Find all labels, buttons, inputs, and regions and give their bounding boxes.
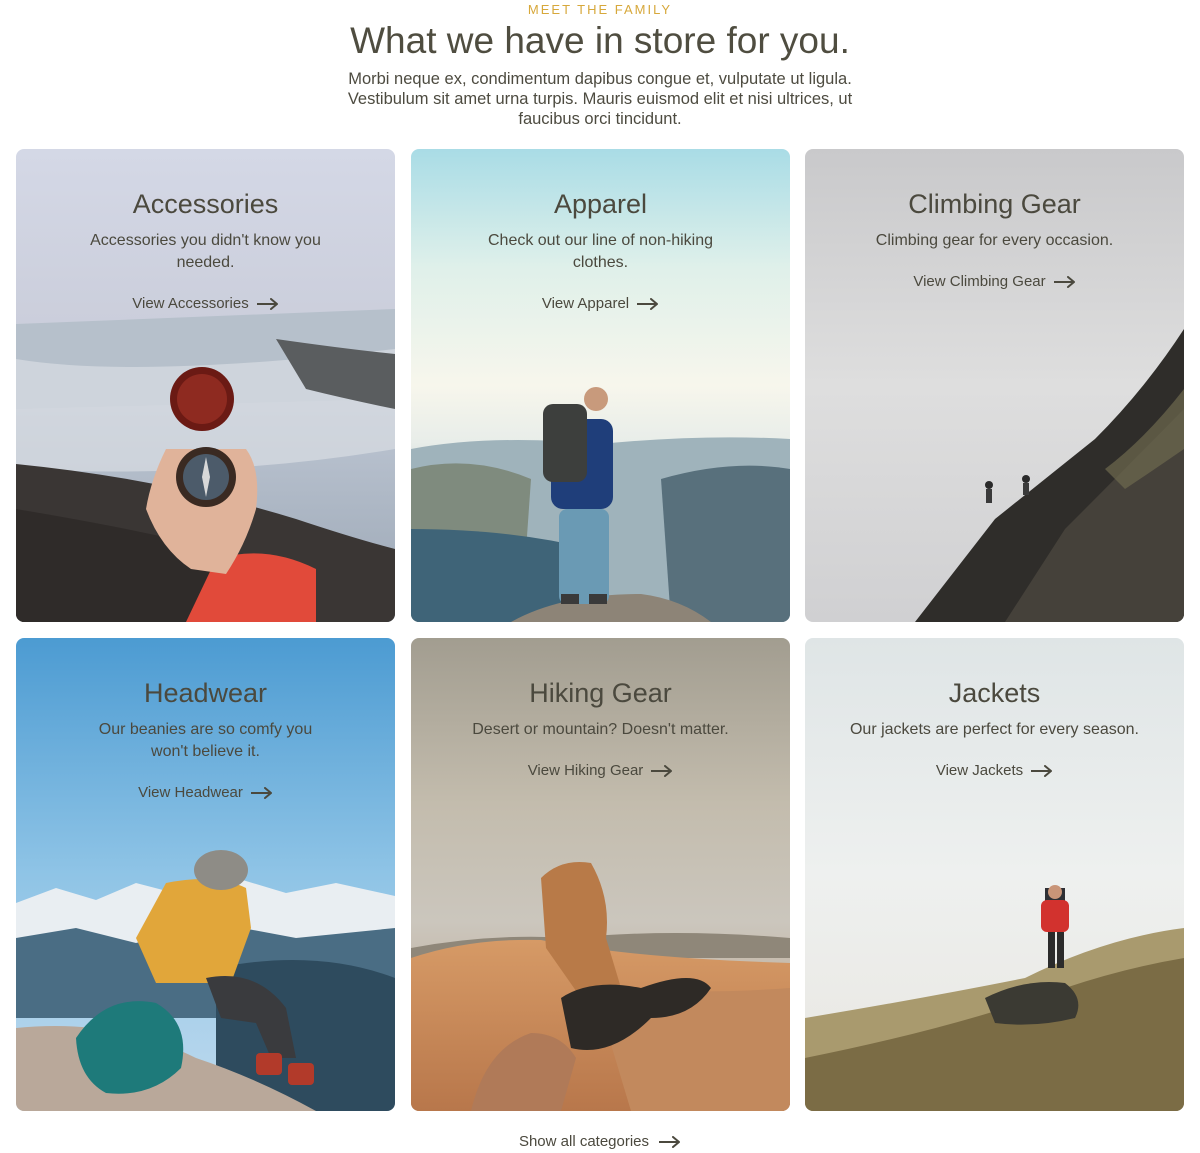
arrow-right-icon: [1053, 276, 1075, 288]
card-title: Hiking Gear: [529, 678, 672, 708]
card-description: Our beanies are so comfy you won't belie…: [98, 721, 313, 760]
card-title: Climbing Gear: [908, 189, 1081, 219]
card-link-label: View Hiking Gear: [527, 762, 644, 779]
category-card-apparel[interactable]: Apparel Check out our line of non-hiking…: [411, 149, 790, 622]
view-jackets-link[interactable]: View Jackets: [936, 761, 1053, 781]
card-description: Our jackets are perfect for every season…: [849, 721, 1139, 738]
category-card-climbing-gear[interactable]: Climbing Gear Climbing gear for every oc…: [805, 149, 1184, 622]
card-description: Climbing gear for every occasion.: [875, 232, 1114, 249]
arrow-right-icon: [250, 787, 272, 799]
section-eyebrow: MEET THE FAMILY: [527, 2, 673, 17]
card-title: Apparel: [553, 189, 648, 219]
view-climbing-gear-link[interactable]: View Climbing Gear: [913, 272, 1075, 292]
card-description: Desert or mountain? Doesn't matter.: [472, 721, 729, 738]
arrow-right-icon: [256, 298, 278, 310]
category-card-headwear[interactable]: Headwear Our beanies are so comfy you wo…: [16, 638, 395, 1111]
arrow-right-icon: [651, 765, 673, 777]
card-link-label: View Climbing Gear: [913, 273, 1046, 290]
view-accessories-link[interactable]: View Accessories: [132, 294, 278, 314]
show-all-label: Show all categories: [518, 1133, 650, 1150]
card-title: Accessories: [132, 189, 279, 219]
section-intro: Morbi neque ex, condimentum dapibus cong…: [347, 70, 853, 128]
category-card-hiking-gear[interactable]: Hiking Gear Desert or mountain? Doesn't …: [411, 638, 790, 1111]
card-link-label: View Accessories: [132, 295, 249, 312]
card-link-label: View Apparel: [541, 295, 630, 312]
arrow-right-icon: [637, 298, 659, 310]
categories-section: MEET THE FAMILY What we have in store fo…: [0, 0, 1200, 1153]
view-hiking-gear-link[interactable]: View Hiking Gear: [528, 761, 674, 781]
card-link-label: View Headwear: [138, 784, 243, 801]
card-description: Accessories you didn't know you needed.: [90, 232, 321, 271]
arrow-right-icon: [659, 1136, 681, 1148]
card-link-label: View Jackets: [935, 762, 1024, 779]
view-headwear-link[interactable]: View Headwear: [138, 783, 273, 803]
category-grid: Accessories Accessories you didn't know …: [16, 149, 1184, 1111]
section-headline: What we have in store for you.: [350, 20, 850, 61]
category-card-jackets[interactable]: Jackets Our jackets are perfect for ever…: [805, 638, 1184, 1111]
category-card-accessories[interactable]: Accessories Accessories you didn't know …: [16, 149, 395, 622]
show-all-categories-link[interactable]: Show all categories: [519, 1131, 681, 1153]
arrow-right-icon: [1031, 765, 1053, 777]
card-description: Check out our line of non-hiking clothes…: [487, 232, 714, 271]
view-apparel-link[interactable]: View Apparel: [542, 294, 659, 314]
card-title: Headwear: [143, 678, 268, 708]
card-title: Jackets: [948, 678, 1041, 708]
